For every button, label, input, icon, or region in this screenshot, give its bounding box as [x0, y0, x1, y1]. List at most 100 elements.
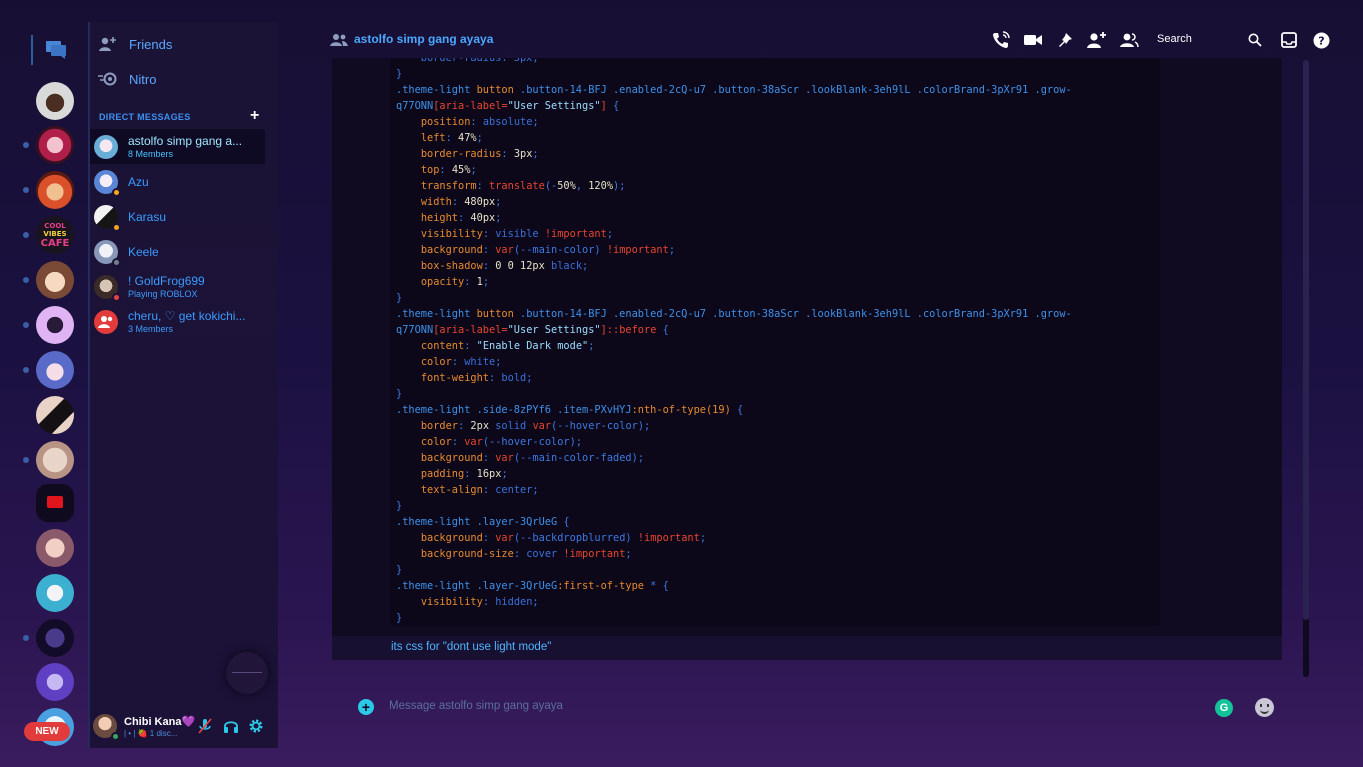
server-icon[interactable]: [36, 441, 74, 479]
server-icon[interactable]: [36, 306, 74, 344]
status-offline: [112, 257, 121, 267]
status-online: [111, 732, 120, 741]
unread-dot: [23, 367, 29, 373]
direct-messages-icon: [46, 41, 66, 59]
dm-item[interactable]: Keele: [90, 234, 265, 269]
message-scrollbar[interactable]: [1303, 60, 1309, 677]
friends-icon: [96, 34, 120, 54]
user-settings-button[interactable]: [247, 718, 265, 736]
dm-item-group[interactable]: cheru, ♡ get kokichi... 3 Members: [90, 304, 265, 339]
avatar: [94, 204, 121, 232]
server-icon[interactable]: [36, 171, 74, 209]
message-text: its css for "dont use light mode": [391, 641, 552, 653]
add-friends-to-dm-button[interactable]: [1086, 30, 1108, 50]
code-content: border-radius: 3px; } .theme-light butto…: [396, 58, 1072, 624]
user-avatar[interactable]: [93, 714, 120, 741]
status-idle: [112, 222, 121, 232]
microphone-muted-icon: [198, 718, 212, 734]
video-call-button[interactable]: [1022, 30, 1044, 50]
scroll-handle-line: [232, 672, 262, 673]
pinned-messages-button[interactable]: [1054, 30, 1076, 50]
unread-dot: [23, 457, 29, 463]
dm-item-group[interactable]: astolfo simp gang a... 8 Members: [90, 129, 265, 164]
channel-name: astolfo simp gang ayaya: [354, 32, 494, 46]
username: Chibi Kana💜: [124, 716, 196, 728]
inbox-icon: [1281, 32, 1297, 48]
unread-dot: [23, 187, 29, 193]
avatar: [94, 169, 121, 197]
inbox-button[interactable]: [1278, 30, 1300, 50]
home-button[interactable]: [31, 35, 79, 65]
direct-messages-header: DIRECT MESSAGES: [99, 112, 191, 122]
voice-call-button[interactable]: [990, 30, 1012, 50]
dm-item[interactable]: Azu: [90, 164, 265, 199]
server-icon[interactable]: [36, 574, 74, 612]
nitro-label: Nitro: [129, 71, 157, 87]
server-icon[interactable]: [36, 351, 74, 389]
deafen-button[interactable]: [222, 718, 240, 736]
server-icon[interactable]: [36, 396, 74, 434]
emoji-picker-icon[interactable]: [1255, 698, 1274, 717]
nitro-nav[interactable]: Nitro: [96, 67, 156, 91]
mute-mic-button[interactable]: [196, 718, 214, 736]
pin-icon: [1059, 33, 1072, 47]
status-dnd: [112, 292, 121, 302]
avatar: [94, 274, 121, 302]
dm-item[interactable]: ! GoldFrog699 Playing ROBLOX: [90, 269, 265, 304]
server-icon[interactable]: [36, 261, 74, 299]
friends-label: Friends: [129, 36, 173, 52]
svg-text:CAFE: CAFE: [41, 238, 70, 249]
unread-dot: [23, 322, 29, 328]
phone-call-icon: [993, 31, 1010, 48]
server-icon[interactable]: [36, 663, 74, 701]
svg-text:VIBES: VIBES: [43, 230, 66, 238]
members-icon: [1120, 33, 1139, 48]
message-composer: + Message astolfo simp gang ayaya G: [352, 692, 1282, 722]
avatar: [94, 134, 118, 159]
message-input[interactable]: Message astolfo simp gang ayaya: [389, 700, 563, 712]
dm-item[interactable]: Karasu: [90, 199, 265, 234]
channel-header: astolfo simp gang ayaya Search ?: [300, 22, 1363, 58]
dm-subtext: 8 Members: [128, 149, 174, 159]
server-icon[interactable]: [36, 529, 74, 567]
search-bar[interactable]: Search: [1152, 30, 1264, 50]
svg-text:?: ?: [1318, 34, 1324, 47]
dm-name: cheru, ♡ get kokichi...: [128, 309, 246, 323]
folder-icon: [47, 496, 63, 508]
server-icon[interactable]: [36, 82, 74, 120]
search-placeholder: Search: [1157, 33, 1192, 45]
help-button[interactable]: ?: [1310, 30, 1332, 50]
add-user-icon: [1087, 32, 1106, 48]
server-icon[interactable]: [36, 619, 74, 657]
server-rail: COOL VIBES CAFE NEW: [0, 0, 88, 767]
video-camera-icon: [1024, 35, 1042, 45]
status-idle: [112, 187, 121, 197]
grammarly-icon[interactable]: G: [1215, 699, 1233, 717]
gear-icon: [249, 719, 263, 733]
server-icon[interactable]: [36, 126, 74, 164]
group-dm-icon: [94, 309, 118, 334]
headphones-icon: [224, 721, 238, 733]
code-block: border-radius: 3px; } .theme-light butto…: [390, 58, 1160, 626]
scrollbar-thumb[interactable]: [1303, 60, 1309, 620]
dm-subtext: 3 Members: [128, 324, 174, 334]
upload-button[interactable]: +: [358, 699, 374, 715]
unread-dot: [23, 277, 29, 283]
message[interactable]: its css for "dont use light mode": [332, 636, 1282, 660]
help-icon: ?: [1313, 32, 1329, 48]
new-badge[interactable]: NEW: [24, 722, 70, 741]
friends-nav[interactable]: Friends: [96, 32, 172, 56]
member-list-button[interactable]: [1118, 30, 1140, 50]
server-folder[interactable]: [36, 484, 74, 522]
dm-name: Keele: [128, 244, 159, 259]
svg-text:COOL: COOL: [44, 222, 66, 230]
create-dm-button[interactable]: +: [250, 107, 259, 125]
dm-name: astolfo simp gang a...: [128, 134, 243, 148]
dm-name: ! GoldFrog699: [128, 274, 205, 288]
dm-activity: Playing ROBLOX: [128, 289, 198, 299]
server-icon[interactable]: COOL VIBES CAFE: [36, 216, 74, 254]
dm-name: Azu: [128, 174, 149, 189]
cool-vibes-cafe-logo: COOL VIBES CAFE: [41, 222, 70, 249]
avatar: [94, 239, 121, 267]
scroll-handle[interactable]: [226, 652, 268, 694]
